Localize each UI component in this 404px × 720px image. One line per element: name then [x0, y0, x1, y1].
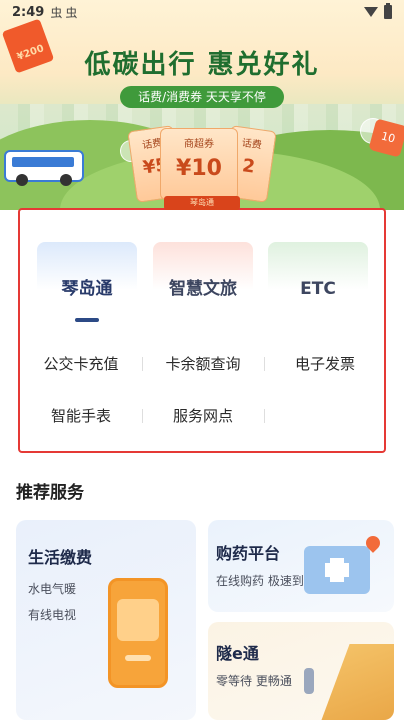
divider: [264, 409, 265, 423]
bug-notification-icon: 虫: [50, 5, 63, 20]
road-icon: [320, 644, 394, 720]
coupon-supermarket: 商超券 ¥10: [160, 128, 238, 200]
battery-icon: [384, 3, 392, 19]
service-outlets-item[interactable]: 服务网点: [142, 404, 264, 428]
banner-title: 低碳出行 惠兑好礼: [84, 50, 320, 80]
wifi-icon: [364, 7, 378, 17]
life-payment-line1: 水电气暖: [28, 582, 77, 596]
recommended-services-title: 推荐服务: [16, 483, 84, 503]
card-balance-query-item[interactable]: 卡余额查询: [142, 352, 264, 376]
phone-payment-icon: [108, 578, 168, 688]
medical-kit-icon: [304, 546, 370, 594]
tab-etc[interactable]: ETC: [268, 242, 368, 298]
tab-qindaotong[interactable]: 琴岛通: [37, 242, 137, 298]
status-time: 2:49: [12, 4, 45, 20]
tab-label: 琴岛通: [61, 279, 113, 299]
tunnel-pass-card[interactable]: 隧e通 零等待 更畅通: [208, 622, 394, 720]
active-tab-indicator: [75, 318, 99, 322]
life-payment-line2: 有线电视: [28, 608, 77, 622]
traffic-light-icon: [304, 668, 314, 694]
tab-smart-tourism[interactable]: 智慧文旅: [153, 242, 253, 298]
drug-platform-card[interactable]: 购药平台 在线购药 极速到家: [208, 520, 394, 612]
tab-label: 智慧文旅: [169, 279, 237, 299]
tunnel-pass-subtitle: 零等待 更畅通: [216, 674, 292, 688]
bug-notification-icon: 虫: [65, 5, 78, 20]
coupon-footer-label: 琴岛通: [164, 196, 240, 210]
coupon-title: 商超券: [184, 139, 214, 150]
bus-card-recharge-item[interactable]: 公交卡充值: [20, 352, 142, 376]
drug-platform-subtitle: 在线购药 极速到家: [216, 574, 316, 588]
banner-subtitle-pill: 话费/消费券 天天享不停: [120, 86, 284, 108]
promo-banner[interactable]: ¥200 低碳出行 惠兑好礼 话费/消费券 天天享不停 话费 ¥5 商超券 ¥1…: [0, 0, 404, 210]
life-payment-title: 生活缴费: [28, 548, 93, 567]
drug-platform-title: 购药平台: [216, 544, 281, 563]
coupon-value: ¥10: [176, 156, 222, 181]
smart-watch-item[interactable]: 智能手表: [20, 404, 142, 428]
service-menu-card: 琴岛通 智慧文旅 ETC 公交卡充值 卡余额查询 电子发票 智能手表 服务网点: [18, 208, 386, 453]
tunnel-pass-title: 隧e通: [216, 644, 259, 663]
e-invoice-item[interactable]: 电子发票: [264, 352, 386, 376]
tab-label: ETC: [300, 279, 336, 299]
bus-icon: [4, 150, 84, 186]
life-payment-card[interactable]: 生活缴费 水电气暖 有线电视: [16, 520, 196, 720]
status-bar: 2:49 虫 虫: [0, 0, 404, 24]
